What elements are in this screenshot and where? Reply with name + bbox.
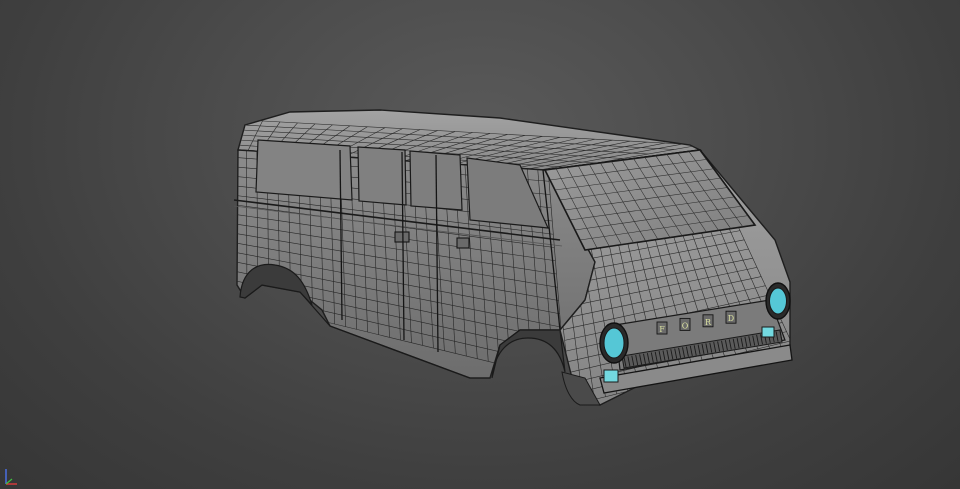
headlight-right <box>765 282 791 320</box>
headlight-left <box>599 322 629 364</box>
indicator-left <box>603 369 619 383</box>
3d-viewport[interactable]: F O R D <box>0 0 960 489</box>
axis-gizmo <box>5 469 17 485</box>
van-wireframe-model[interactable]: F O R D <box>0 0 960 489</box>
badge-letter: F <box>659 325 665 334</box>
indicator-right <box>761 326 775 338</box>
badge-letter: D <box>728 314 734 323</box>
side-panel <box>233 139 596 379</box>
badge-letter: O <box>682 321 689 330</box>
badge-letter: R <box>705 318 712 327</box>
